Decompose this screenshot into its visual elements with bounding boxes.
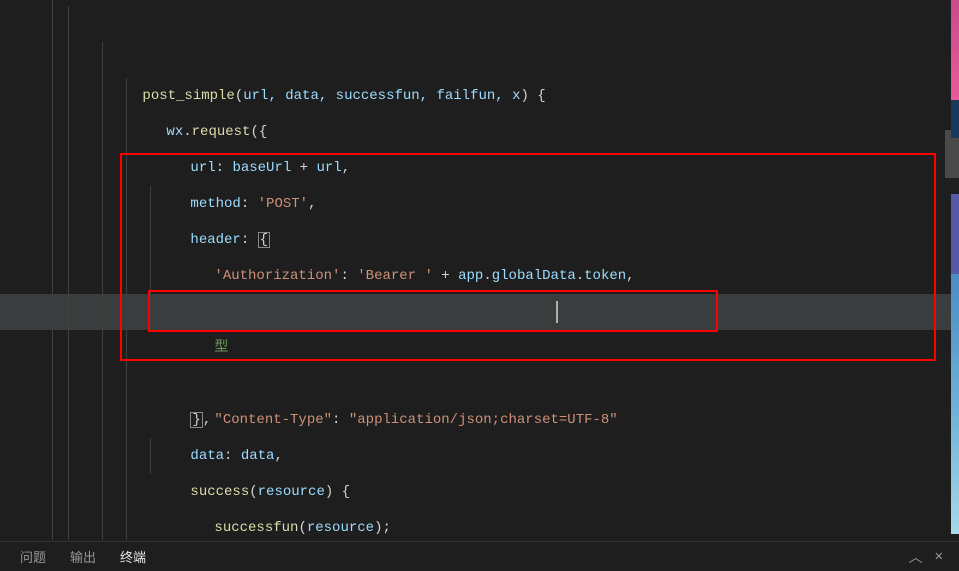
code-line[interactable]: 'Authorization': 'Bearer ' + app.globalD…	[68, 186, 959, 222]
code-line[interactable]: 型	[68, 258, 959, 294]
text-cursor	[556, 301, 558, 323]
code-content[interactable]: post_simple(url, data, successfun, failf…	[60, 0, 959, 540]
tab-terminal[interactable]: 终端	[108, 542, 158, 571]
tab-output[interactable]: 输出	[58, 542, 108, 571]
code-line[interactable]: method: 'POST',	[68, 114, 959, 150]
chevron-up-icon[interactable]: ︿	[903, 547, 929, 567]
gutter	[0, 0, 60, 540]
code-line[interactable]: //下面Content-Type 用户信息修改需要，如果没有在后端接收信息时将报…	[68, 222, 959, 258]
code-line[interactable]: wx.request({	[68, 42, 959, 78]
code-line[interactable]: data: data,	[68, 366, 959, 402]
code-line-active[interactable]: "Content-Type": "application/json;charse…	[68, 294, 959, 330]
code-line[interactable]: },	[68, 330, 959, 366]
code-line[interactable]: fail(error) {	[68, 510, 959, 540]
close-icon[interactable]: ✕	[929, 548, 949, 565]
tab-problems[interactable]: 问题	[8, 542, 58, 571]
code-line[interactable]: successfun(resource);	[68, 438, 959, 474]
window-edge-decoration	[951, 0, 959, 540]
code-line[interactable]: post_simple(url, data, successfun, failf…	[68, 6, 959, 42]
code-line[interactable]: header: {	[68, 150, 959, 186]
code-line[interactable]: url: baseUrl + url,	[68, 78, 959, 114]
code-line[interactable]: },	[68, 474, 959, 510]
code-editor[interactable]: post_simple(url, data, successfun, failf…	[0, 0, 959, 540]
bottom-panel: 问题 输出 终端 ︿ ✕	[0, 541, 959, 571]
